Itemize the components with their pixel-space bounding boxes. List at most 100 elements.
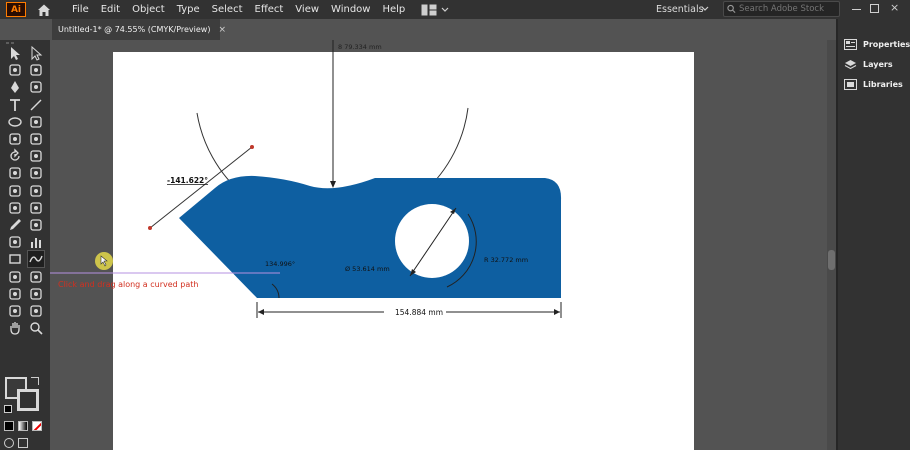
workspace-chevron-icon[interactable] bbox=[701, 5, 709, 13]
draw-normal-icon[interactable] bbox=[4, 438, 14, 448]
type-tool-icon[interactable] bbox=[7, 97, 23, 113]
properties-label: Properties bbox=[863, 40, 910, 49]
layers-label: Layers bbox=[863, 60, 893, 69]
menu-type[interactable]: Type bbox=[171, 0, 206, 19]
direct-selection-tool-icon[interactable] bbox=[28, 45, 44, 61]
width-dimension-text: 154.884 mm bbox=[395, 308, 443, 317]
menu-file[interactable]: File bbox=[66, 0, 95, 19]
hand-tool-icon[interactable] bbox=[7, 320, 23, 336]
knife-tool-icon[interactable] bbox=[7, 286, 23, 302]
smooth-tool-icon[interactable] bbox=[28, 303, 44, 319]
libraries-icon bbox=[844, 79, 857, 90]
search-icon bbox=[727, 4, 736, 13]
swap-fill-stroke-icon[interactable] bbox=[31, 377, 39, 385]
properties-icon bbox=[844, 39, 857, 50]
menu-window[interactable]: Window bbox=[325, 0, 376, 19]
ellipse-tool-icon[interactable] bbox=[7, 114, 23, 130]
hole-radius-text: R 32.772 mm bbox=[484, 256, 528, 264]
menu-effect[interactable]: Effect bbox=[249, 0, 290, 19]
document-tab[interactable]: Untitled-1* @ 74.55% (CMYK/Preview) × bbox=[52, 19, 226, 40]
stroke-swatch[interactable] bbox=[17, 389, 39, 411]
tools-panel bbox=[0, 40, 50, 450]
libraries-label: Libraries bbox=[863, 80, 903, 89]
menu-edit[interactable]: Edit bbox=[95, 0, 126, 19]
width-tool-icon[interactable] bbox=[28, 269, 44, 285]
color-mode-buttons bbox=[4, 421, 42, 431]
arrange-documents-button[interactable] bbox=[421, 4, 449, 16]
symbol-sprayer-tool-icon[interactable] bbox=[7, 234, 23, 250]
scale-tool-icon[interactable] bbox=[28, 148, 44, 164]
hole-diameter-text: Ø 53.614 mm bbox=[345, 265, 390, 273]
search-input[interactable] bbox=[739, 4, 839, 14]
eyedropper-tool-icon[interactable] bbox=[7, 217, 23, 233]
maximize-button[interactable] bbox=[870, 4, 879, 13]
chevron-down-icon bbox=[441, 7, 449, 12]
artboard-tool-icon[interactable] bbox=[7, 303, 23, 319]
menu-view[interactable]: View bbox=[289, 0, 325, 19]
hole-circle[interactable] bbox=[395, 204, 469, 278]
workspace-switcher[interactable]: Essentials bbox=[656, 0, 704, 19]
menu-bar: Ai File Edit Object Type Select Effect V… bbox=[0, 0, 910, 19]
illustrator-window: Ai File Edit Object Type Select Effect V… bbox=[0, 0, 910, 450]
menu-help[interactable]: Help bbox=[376, 0, 411, 19]
right-panel-dock: Properties Layers Libraries bbox=[838, 19, 910, 450]
document-tab-bar: Untitled-1* @ 74.55% (CMYK/Preview) × bbox=[0, 19, 836, 40]
layers-panel-button[interactable]: Layers bbox=[844, 59, 893, 70]
default-colors-icon[interactable] bbox=[4, 405, 12, 413]
paintbrush-tool-icon[interactable] bbox=[28, 114, 44, 130]
vertical-dimension-arrow bbox=[330, 181, 336, 188]
magic-wand-tool-icon[interactable] bbox=[7, 62, 23, 78]
layers-icon bbox=[844, 60, 857, 70]
shaper-tool-icon[interactable] bbox=[7, 131, 23, 147]
close-tab-button[interactable]: × bbox=[218, 25, 226, 35]
vertical-scrollbar-thumb[interactable] bbox=[828, 250, 835, 270]
pencil-tool-icon[interactable] bbox=[7, 269, 23, 285]
blue-part-shape[interactable] bbox=[179, 175, 562, 298]
stock-search bbox=[723, 1, 840, 17]
mesh-tool-icon[interactable] bbox=[7, 200, 23, 216]
document-tab-title: Untitled-1* @ 74.55% (CMYK/Preview) bbox=[58, 25, 211, 34]
menu-object[interactable]: Object bbox=[126, 0, 171, 19]
none-mode-icon[interactable] bbox=[32, 421, 42, 431]
left-angle-text: 134.996° bbox=[265, 260, 295, 268]
screen-mode-icon[interactable] bbox=[18, 438, 28, 448]
properties-panel-button[interactable]: Properties bbox=[844, 39, 910, 50]
vertical-scrollbar[interactable] bbox=[827, 40, 836, 450]
shape-builder-tool-icon[interactable] bbox=[7, 183, 23, 199]
minimize-button[interactable] bbox=[852, 9, 861, 10]
color-mode-icon[interactable] bbox=[4, 421, 14, 431]
rotate-tool-icon[interactable] bbox=[7, 148, 23, 164]
rectangle-tool-icon[interactable] bbox=[7, 251, 23, 267]
width-dim-arrow-right bbox=[554, 309, 560, 315]
selection-tool-icon[interactable] bbox=[7, 45, 23, 61]
warp-tool-icon[interactable] bbox=[7, 165, 23, 181]
artwork[interactable]: 8 79.334 mm -141.622° 134.996° Ø 53.614 … bbox=[50, 40, 836, 450]
tool-hint-text: Click and drag along a curved path bbox=[58, 280, 199, 289]
libraries-panel-button[interactable]: Libraries bbox=[844, 79, 903, 90]
width-dim-arrow-left bbox=[258, 309, 264, 315]
anchor-handle-left[interactable] bbox=[148, 226, 152, 230]
slice-tool-icon[interactable] bbox=[28, 286, 44, 302]
blend-tool-icon[interactable] bbox=[28, 217, 44, 233]
dimension-tool-icon[interactable] bbox=[27, 250, 45, 269]
pen-tool-icon[interactable] bbox=[7, 79, 23, 95]
angle-text: -141.622° bbox=[167, 176, 208, 185]
curvature-tool-icon[interactable] bbox=[28, 79, 44, 95]
menu-select[interactable]: Select bbox=[206, 0, 249, 19]
zoom-tool-icon[interactable] bbox=[28, 320, 44, 336]
main-menu: File Edit Object Type Select Effect View… bbox=[66, 0, 411, 19]
lasso-tool-icon[interactable] bbox=[28, 62, 44, 78]
column-graph-tool-icon[interactable] bbox=[28, 234, 44, 250]
home-icon[interactable] bbox=[36, 2, 52, 18]
anchor-handle-right[interactable] bbox=[250, 145, 254, 149]
line-segment-tool-icon[interactable] bbox=[28, 97, 44, 113]
gradient-mode-icon[interactable] bbox=[18, 421, 28, 431]
gradient-tool-icon[interactable] bbox=[28, 200, 44, 216]
canvas-area[interactable]: 8 79.334 mm -141.622° 134.996° Ø 53.614 … bbox=[50, 40, 836, 450]
close-window-button[interactable]: × bbox=[890, 1, 899, 14]
free-transform-tool-icon[interactable] bbox=[28, 165, 44, 181]
arrange-documents-icon bbox=[421, 4, 437, 15]
perspective-grid-tool-icon[interactable] bbox=[28, 183, 44, 199]
draw-mode-buttons bbox=[4, 438, 28, 448]
eraser-tool-icon[interactable] bbox=[28, 131, 44, 147]
